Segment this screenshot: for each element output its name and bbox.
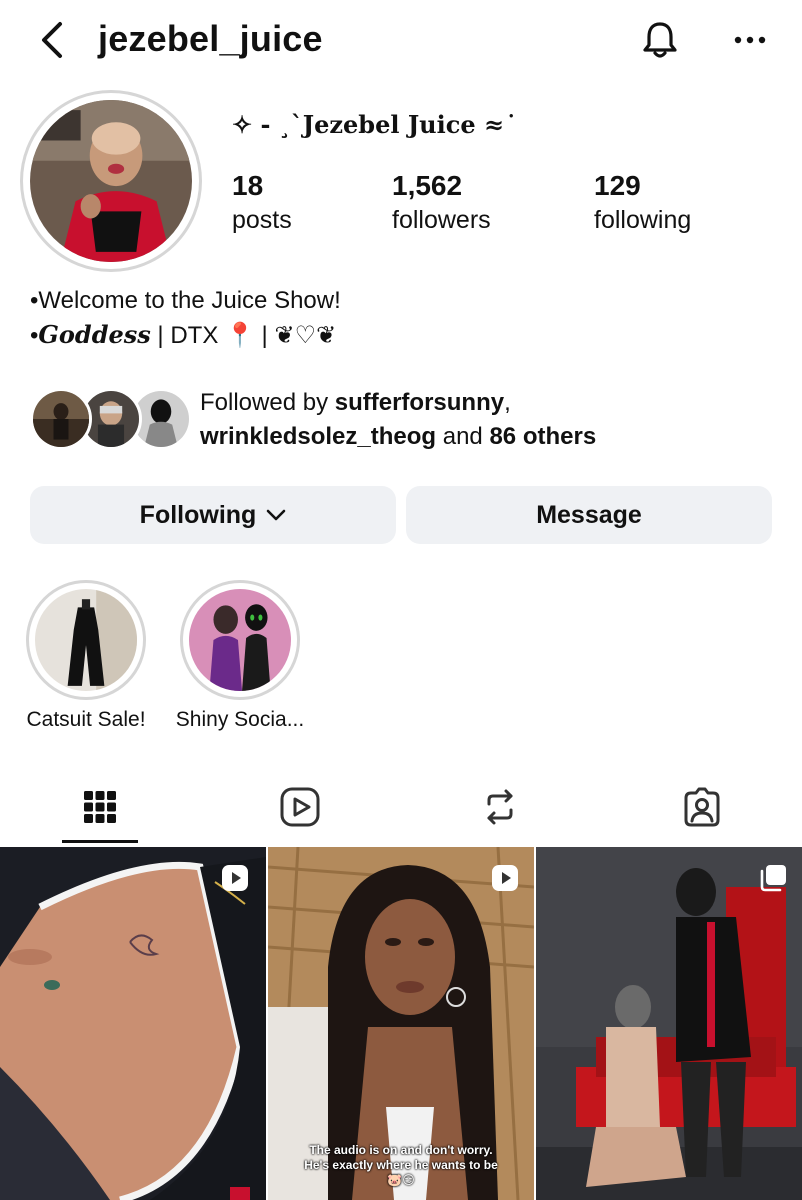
post-tile-1[interactable] — [0, 847, 266, 1200]
highlight-label: Shiny Socia... — [175, 708, 305, 731]
stat-followers[interactable]: 1,562 followers — [392, 170, 491, 235]
bio-goddess: Goddess — [38, 320, 151, 349]
following-button-label: Following — [139, 500, 257, 529]
post-grid: The audio is on and don't worry. He's ex… — [0, 847, 802, 1200]
carousel-badge-icon — [760, 865, 786, 892]
followed-user-1[interactable]: sufferforsunny — [335, 389, 504, 416]
more-horizontal-icon — [734, 36, 766, 44]
bell-icon — [643, 22, 677, 58]
followed-others[interactable]: 86 others — [489, 423, 596, 450]
reel-badge-icon — [492, 865, 518, 891]
tab-reels[interactable] — [200, 770, 400, 844]
profile-username: jezebel_juice — [98, 18, 323, 59]
highlight-label: Catsuit Sale! — [26, 708, 146, 731]
reel-badge-icon — [222, 865, 248, 891]
top-bar: jezebel_juice — [0, 0, 802, 80]
message-button[interactable]: Message — [406, 486, 772, 544]
tagged-icon — [684, 787, 720, 827]
bio-location: | DTX 📍 | ❦♡❦ — [150, 322, 337, 349]
highlight-ring — [180, 580, 300, 700]
bio-line-1: •Welcome to the Juice Show! — [30, 287, 341, 314]
stat-following[interactable]: 129 following — [594, 170, 691, 235]
highlight-cover — [189, 589, 291, 691]
stat-posts-value: 18 — [232, 170, 264, 201]
repost-icon — [487, 789, 513, 825]
message-button-label: Message — [536, 500, 642, 529]
post-caption: The audio is on and don't worry. He's ex… — [304, 1143, 498, 1187]
grid-icon — [84, 791, 116, 823]
stat-posts-label: posts — [232, 206, 292, 234]
stat-posts[interactable]: 18 posts — [232, 170, 292, 235]
profile-avatar — [30, 100, 192, 262]
tab-reposts[interactable] — [400, 770, 600, 844]
tab-tagged[interactable] — [602, 770, 802, 844]
highlight-shiny-social[interactable]: Shiny Socia... — [175, 580, 305, 732]
profile-tabs — [0, 770, 802, 844]
active-tab-indicator — [62, 840, 138, 843]
followed-user-2[interactable]: wrinkledsolez_theog — [200, 423, 436, 450]
profile-avatar-ring[interactable] — [20, 90, 202, 272]
highlight-cover — [35, 589, 137, 691]
bio-line-2: •Goddess | DTX 📍 | ❦♡❦ — [30, 318, 341, 353]
tab-grid[interactable] — [0, 770, 200, 844]
profile-bio: •Welcome to the Juice Show! •Goddess | D… — [30, 284, 341, 353]
followed-by-text: Followed by sufferforsunny, wrinkledsole… — [200, 389, 597, 450]
chevron-left-icon — [42, 22, 62, 58]
chevron-down-icon — [267, 509, 286, 521]
back-button[interactable] — [36, 20, 72, 60]
follower-avatar-1 — [30, 388, 92, 450]
highlight-ring — [26, 580, 146, 700]
more-options-button[interactable] — [730, 26, 770, 54]
stat-following-value: 129 — [594, 170, 641, 201]
highlight-catsuit-sale[interactable]: Catsuit Sale! — [21, 580, 151, 732]
reels-icon — [280, 787, 320, 827]
post-tile-2[interactable]: The audio is on and don't worry. He's ex… — [268, 847, 534, 1200]
notifications-button[interactable] — [638, 18, 682, 62]
profile-display-name: ✧ - ¸`Jezebel Juice ≈ ͘ — [232, 110, 513, 139]
post-tile-3[interactable] — [536, 847, 802, 1200]
following-button[interactable]: Following — [30, 486, 396, 544]
stat-followers-value: 1,562 — [392, 170, 463, 201]
stat-following-label: following — [594, 206, 692, 234]
followed-by-section[interactable]: Followed by sufferforsunny, wrinkledsole… — [30, 386, 790, 452]
stat-followers-label: followers — [392, 206, 491, 234]
